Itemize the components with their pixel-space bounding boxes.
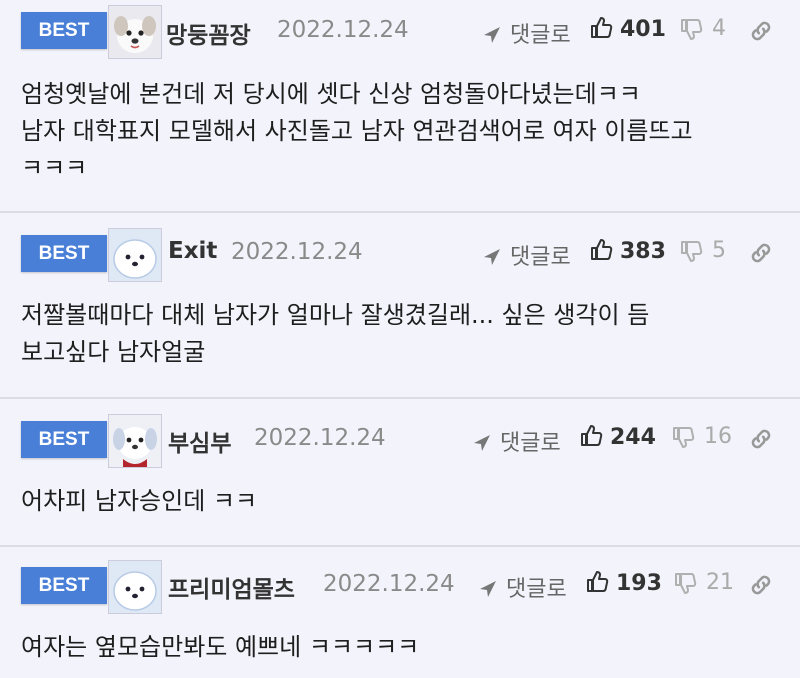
comment-text: 엄청옛날에 본건데 저 당시에 셋다 신상 엄청돌아다녔는데ㅋㅋ 남자 대학표지… (21, 80, 693, 182)
like-button[interactable]: 193 (586, 570, 662, 596)
dislike-count: 5 (712, 238, 726, 263)
thumbs-up-icon (590, 16, 614, 40)
dislike-button[interactable]: 5 (680, 238, 726, 263)
dislike-count: 21 (706, 570, 734, 595)
comment-header: BEST 프리미엄몰츠 2022.12.24 댓글로 193 21 (0, 547, 800, 614)
reply-label: 댓글로 (500, 431, 561, 456)
avatar-image (109, 561, 161, 613)
best-badge: BEST (21, 567, 107, 604)
avatar[interactable] (108, 5, 162, 59)
avatar[interactable] (108, 228, 162, 282)
best-badge: BEST (21, 235, 107, 272)
like-button[interactable]: 244 (580, 424, 656, 450)
link-button[interactable] (748, 426, 774, 456)
comment-text: 여자는 옆모습만봐도 예쁘네 ㅋㅋㅋㅋㅋ (21, 633, 420, 661)
avatar[interactable] (108, 414, 162, 468)
comment-item: BEST 프리미엄몰츠 2022.12.24 댓글로 193 21 여자는 옆모… (0, 547, 800, 678)
link-icon (748, 18, 774, 44)
reply-arrow-icon (472, 433, 492, 453)
reply-label: 댓글로 (506, 577, 567, 602)
thumbs-down-icon (680, 17, 704, 41)
like-button[interactable]: 383 (590, 238, 666, 264)
link-button[interactable] (748, 240, 774, 270)
comment-item: BEST 부심부 2022.12.24 댓글로 244 16 어차피 남자승인데… (0, 399, 800, 547)
link-icon (748, 240, 774, 266)
reply-label: 댓글로 (510, 23, 571, 48)
reply-button[interactable]: 댓글로 (482, 17, 571, 49)
nickname[interactable]: 망둥꼼장 (166, 16, 251, 50)
comment-date: 2022.12.24 (277, 17, 409, 43)
like-count: 244 (610, 425, 656, 450)
reply-arrow-icon (482, 25, 502, 45)
reply-label: 댓글로 (510, 245, 571, 270)
nickname[interactable]: Exit (168, 238, 217, 264)
reply-arrow-icon (478, 579, 498, 599)
best-badge: BEST (21, 12, 107, 49)
comment-header: BEST 부심부 2022.12.24 댓글로 244 16 (0, 399, 800, 468)
dislike-button[interactable]: 16 (672, 424, 732, 449)
comment-date: 2022.12.24 (254, 425, 386, 451)
comment-header: BEST 망둥꼼장 2022.12.24 댓글로 401 4 (0, 0, 800, 60)
nickname[interactable]: 프리미엄몰츠 (168, 570, 295, 604)
comment-item: BEST 망둥꼼장 2022.12.24 댓글로 401 4 엄청옛날에 본건데… (0, 0, 800, 213)
link-button[interactable] (748, 18, 774, 48)
thumbs-up-icon (580, 424, 604, 448)
comment-text: 어차피 남자승인데 ㅋㅋ (21, 487, 258, 515)
avatar[interactable] (108, 560, 162, 614)
like-count: 401 (620, 17, 666, 42)
reply-button[interactable]: 댓글로 (478, 571, 567, 603)
comment-item: BEST Exit 2022.12.24 댓글로 383 5 저짤볼때마다 대체… (0, 213, 800, 399)
comment-date: 2022.12.24 (323, 571, 455, 597)
reply-button[interactable]: 댓글로 (482, 239, 571, 271)
link-button[interactable] (748, 572, 774, 602)
reply-arrow-icon (482, 247, 502, 267)
avatar-image (109, 229, 161, 281)
reply-button[interactable]: 댓글로 (472, 425, 561, 457)
thumbs-down-icon (672, 425, 696, 449)
like-count: 193 (616, 571, 662, 596)
dislike-count: 4 (712, 16, 726, 41)
thumbs-down-icon (674, 571, 698, 595)
avatar-image (109, 415, 161, 467)
comment-header: BEST Exit 2022.12.24 댓글로 383 5 (0, 213, 800, 282)
link-icon (748, 572, 774, 598)
dislike-button[interactable]: 4 (680, 16, 726, 41)
dislike-count: 16 (704, 424, 732, 449)
nickname[interactable]: 부심부 (168, 424, 231, 458)
thumbs-up-icon (586, 570, 610, 594)
avatar-image (109, 6, 161, 58)
like-count: 383 (620, 239, 666, 264)
dislike-button[interactable]: 21 (674, 570, 734, 595)
best-badge: BEST (21, 421, 107, 458)
thumbs-down-icon (680, 239, 704, 263)
comment-text: 저짤볼때마다 대체 남자가 얼마나 잘생겼길래... 싶은 생각이 듬 보고싶다… (21, 301, 650, 366)
link-icon (748, 426, 774, 452)
thumbs-up-icon (590, 238, 614, 262)
like-button[interactable]: 401 (590, 16, 666, 42)
comment-date: 2022.12.24 (231, 239, 363, 265)
